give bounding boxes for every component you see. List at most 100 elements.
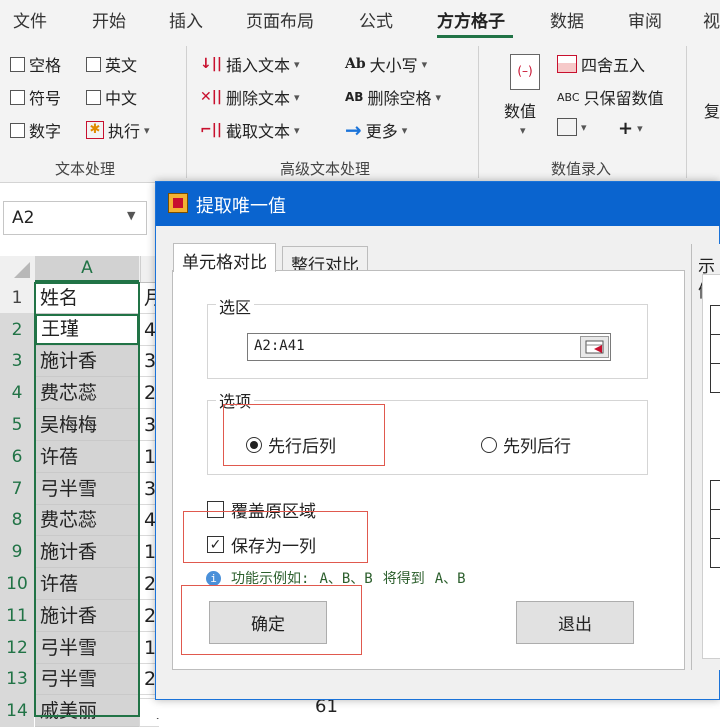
keep-value-icon: ABC xyxy=(557,90,580,104)
delete-text-icon: ✕|| xyxy=(200,89,222,105)
chevron-down-icon: ▾ xyxy=(294,123,300,137)
checkbox-unchecked-icon xyxy=(207,501,224,518)
group-divider xyxy=(686,46,687,178)
table-cell[interactable]: 吴梅梅 xyxy=(35,409,139,441)
table-cell[interactable]: 施计香 xyxy=(35,600,139,632)
save-one-column-checkbox[interactable]: ✓ 保存为一列 xyxy=(207,532,316,557)
table-cell[interactable]: 戚美丽 xyxy=(35,695,139,727)
range-input[interactable]: A2:A41 xyxy=(247,333,611,361)
delete-space-icon: AB xyxy=(345,90,364,104)
partial-ribbon-label[interactable]: 复 xyxy=(704,98,720,122)
row-header[interactable]: 2 xyxy=(0,314,34,346)
dialog-title-bar[interactable]: 提取唯一值 xyxy=(156,182,720,226)
execute-button[interactable]: ✱ 执行 ▾ xyxy=(86,118,150,142)
table-cell[interactable]: 费芯蕊 xyxy=(35,377,139,409)
row-header[interactable]: 9 xyxy=(0,536,34,568)
insert-text-icon: ↓|| xyxy=(200,56,222,72)
extract-text-button[interactable]: ⌐|| 截取文本 ▾ xyxy=(200,118,300,142)
row-header[interactable]: 5 xyxy=(0,409,34,441)
bottom-row-cells: 61 xyxy=(140,696,720,718)
range-legend: 选区 xyxy=(216,294,255,318)
group-label-advanced: 高级文本处理 xyxy=(280,160,371,178)
overwrite-checkbox[interactable]: 覆盖原区域 xyxy=(207,497,316,522)
tab-page-layout[interactable]: 页面布局 xyxy=(246,7,314,32)
insert-text-button[interactable]: ↓|| 插入文本 ▾ xyxy=(200,52,300,76)
info-icon: i xyxy=(206,570,221,586)
edit-dropdown-button[interactable]: ▾ xyxy=(557,118,587,136)
example-panel: 示例 xyxy=(691,244,720,670)
tab-formulas[interactable]: 公式 xyxy=(359,7,393,32)
radio-col-first[interactable]: 先列后行 xyxy=(481,432,571,457)
row-header[interactable]: 4 xyxy=(0,377,34,409)
app-icon xyxy=(168,193,188,213)
group-label-text-processing: 文本处理 xyxy=(55,160,116,178)
ribbon: 空格 英文 符号 中文 数字 ✱ 执行 ▾ 文本处理 ↓|| 插入文本 ▾ ✕|| … xyxy=(0,40,720,183)
radio-checked-icon xyxy=(246,436,262,453)
ok-button[interactable]: 确定 xyxy=(209,601,327,644)
checkbox-space[interactable]: 空格 xyxy=(10,52,61,76)
tab-review[interactable]: 审阅 xyxy=(628,7,662,32)
tab-fangfang[interactable]: 方方格子 xyxy=(437,7,505,32)
checkbox-icon xyxy=(10,89,25,105)
row-header[interactable]: 7 xyxy=(0,473,34,505)
row-header[interactable]: 3 xyxy=(0,346,34,377)
chevron-down-icon[interactable]: ▼ xyxy=(127,209,135,222)
chevron-down-icon: ▾ xyxy=(581,120,587,134)
plus-icon: + xyxy=(618,118,634,139)
header-cell-name[interactable]: 姓名 xyxy=(35,282,139,314)
tab-row-compare[interactable]: 整行对比 xyxy=(282,246,368,276)
active-cell[interactable]: 王瑾 xyxy=(35,314,139,345)
add-dropdown-button[interactable]: + ▾ xyxy=(618,118,643,139)
tab-data[interactable]: 数据 xyxy=(550,7,584,32)
chevron-down-icon: ▾ xyxy=(144,123,150,137)
chevron-down-icon: ▾ xyxy=(401,123,408,137)
table-cell[interactable]: 施计香 xyxy=(35,536,139,568)
case-button[interactable]: Ab 大小写 ▾ xyxy=(345,52,427,76)
radio-row-first[interactable]: 先行后列 xyxy=(246,432,336,457)
table-cell[interactable]: 弓半雪 xyxy=(35,473,139,505)
more-button[interactable]: → 更多 ▾ xyxy=(345,118,407,142)
table-cell[interactable]: 施计香 xyxy=(35,346,139,377)
checkbox-symbol[interactable]: 符号 xyxy=(10,85,61,109)
exit-button[interactable]: 退出 xyxy=(516,601,634,644)
tab-cell-compare[interactable]: 单元格对比 xyxy=(173,243,276,273)
tab-home[interactable]: 开始 xyxy=(92,7,126,32)
row-header[interactable]: 12 xyxy=(0,632,34,664)
checkbox-number[interactable]: 数字 xyxy=(10,118,61,142)
range-picker-button[interactable] xyxy=(580,336,609,358)
column-header-a[interactable]: A xyxy=(35,256,139,282)
row-header[interactable]: 11 xyxy=(0,600,34,632)
active-tab-indicator xyxy=(437,35,513,38)
checkbox-english[interactable]: 英文 xyxy=(86,52,137,76)
name-box[interactable]: A2 xyxy=(3,201,147,235)
delete-text-button[interactable]: ✕|| 删除文本 ▾ xyxy=(200,85,300,109)
tab-view[interactable]: 视 xyxy=(703,7,720,32)
table-cell[interactable]: 弓半雪 xyxy=(35,664,139,695)
row-header[interactable]: 8 xyxy=(0,505,34,536)
round-button[interactable]: 四舍五入 xyxy=(557,52,645,76)
tab-file[interactable]: 文件 xyxy=(13,7,47,32)
checkbox-chinese[interactable]: 中文 xyxy=(86,85,137,109)
row-header[interactable]: 14 xyxy=(0,695,34,727)
select-all-corner[interactable] xyxy=(0,256,34,282)
chevron-down-icon: ▾ xyxy=(421,57,428,71)
keep-value-button[interactable]: ABC 只保留数值 xyxy=(557,85,664,109)
row-header[interactable]: 6 xyxy=(0,441,34,473)
table-cell[interactable]: 弓半雪 xyxy=(35,632,139,664)
chevron-down-icon: ▾ xyxy=(294,57,300,71)
row-header[interactable]: 13 xyxy=(0,664,34,695)
checkbox-icon xyxy=(86,56,101,72)
value-button[interactable]: (–) 数值 ▾ xyxy=(502,50,548,144)
options-legend: 选项 xyxy=(216,388,255,412)
tab-insert[interactable]: 插入 xyxy=(169,7,203,32)
value-icon: (–) xyxy=(510,54,540,90)
table-cell[interactable]: 许蓓 xyxy=(35,568,139,600)
row-header[interactable]: 10 xyxy=(0,568,34,600)
delete-space-button[interactable]: AB 删除空格 ▾ xyxy=(345,85,441,109)
extract-text-icon: ⌐|| xyxy=(200,122,222,138)
row-header[interactable]: 1 xyxy=(0,282,34,314)
info-line: i 功能示例如: A、B、B 将得到 A、B xyxy=(206,568,466,588)
table-cell[interactable]: 许蓓 xyxy=(35,441,139,473)
table-cell[interactable]: 费芯蕊 xyxy=(35,505,139,536)
execute-icon: ✱ xyxy=(86,121,104,139)
